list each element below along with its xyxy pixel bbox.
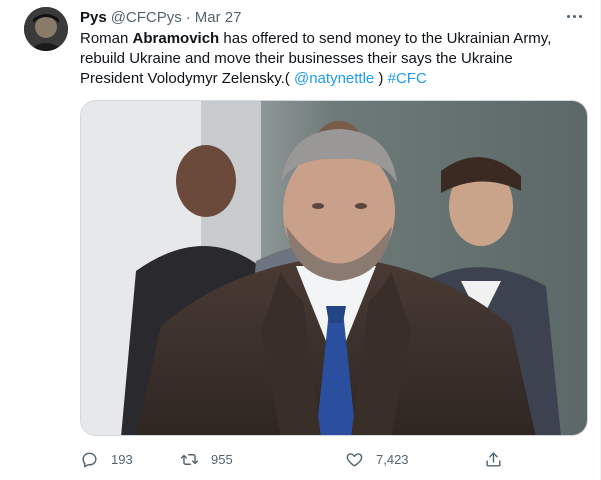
reply-count: 193 (111, 451, 133, 467)
author-name[interactable]: Pys (80, 9, 107, 26)
reply-icon (82, 452, 97, 467)
text-segment: Roman (80, 30, 133, 47)
text-bold-name: Abramovich (132, 30, 220, 47)
hashtag-link[interactable]: #CFC (388, 70, 427, 87)
retweet-button[interactable]: 955 (180, 448, 233, 470)
mention-link[interactable]: @natynettle (294, 70, 374, 87)
retweet-count: 955 (211, 451, 233, 467)
more-icon[interactable] (562, 6, 586, 26)
tweet-date[interactable]: Mar 27 (195, 9, 242, 26)
tweet-actions: 193 955 7,423 (80, 448, 580, 470)
tweet-card[interactable]: Pys @CFCPys · Mar 27 Roman Abramovich ha… (0, 0, 601, 480)
share-icon (486, 451, 501, 467)
tweet-photo[interactable] (80, 100, 588, 436)
tweet-header: Pys @CFCPys · Mar 27 (80, 7, 241, 27)
retweet-icon (180, 453, 199, 465)
author-handle[interactable]: @CFCPys (111, 9, 182, 26)
share-button[interactable] (484, 448, 503, 470)
reply-button[interactable]: 193 (80, 448, 133, 470)
separator-dot: · (185, 8, 191, 26)
text-segment: ) (374, 70, 388, 87)
like-icon (346, 452, 363, 467)
photo-illustration (81, 101, 587, 435)
tweet-text: Roman Abramovich has offered to send mon… (80, 29, 580, 89)
like-count: 7,423 (376, 451, 409, 467)
avatar[interactable] (24, 7, 68, 51)
like-button[interactable]: 7,423 (345, 448, 409, 470)
